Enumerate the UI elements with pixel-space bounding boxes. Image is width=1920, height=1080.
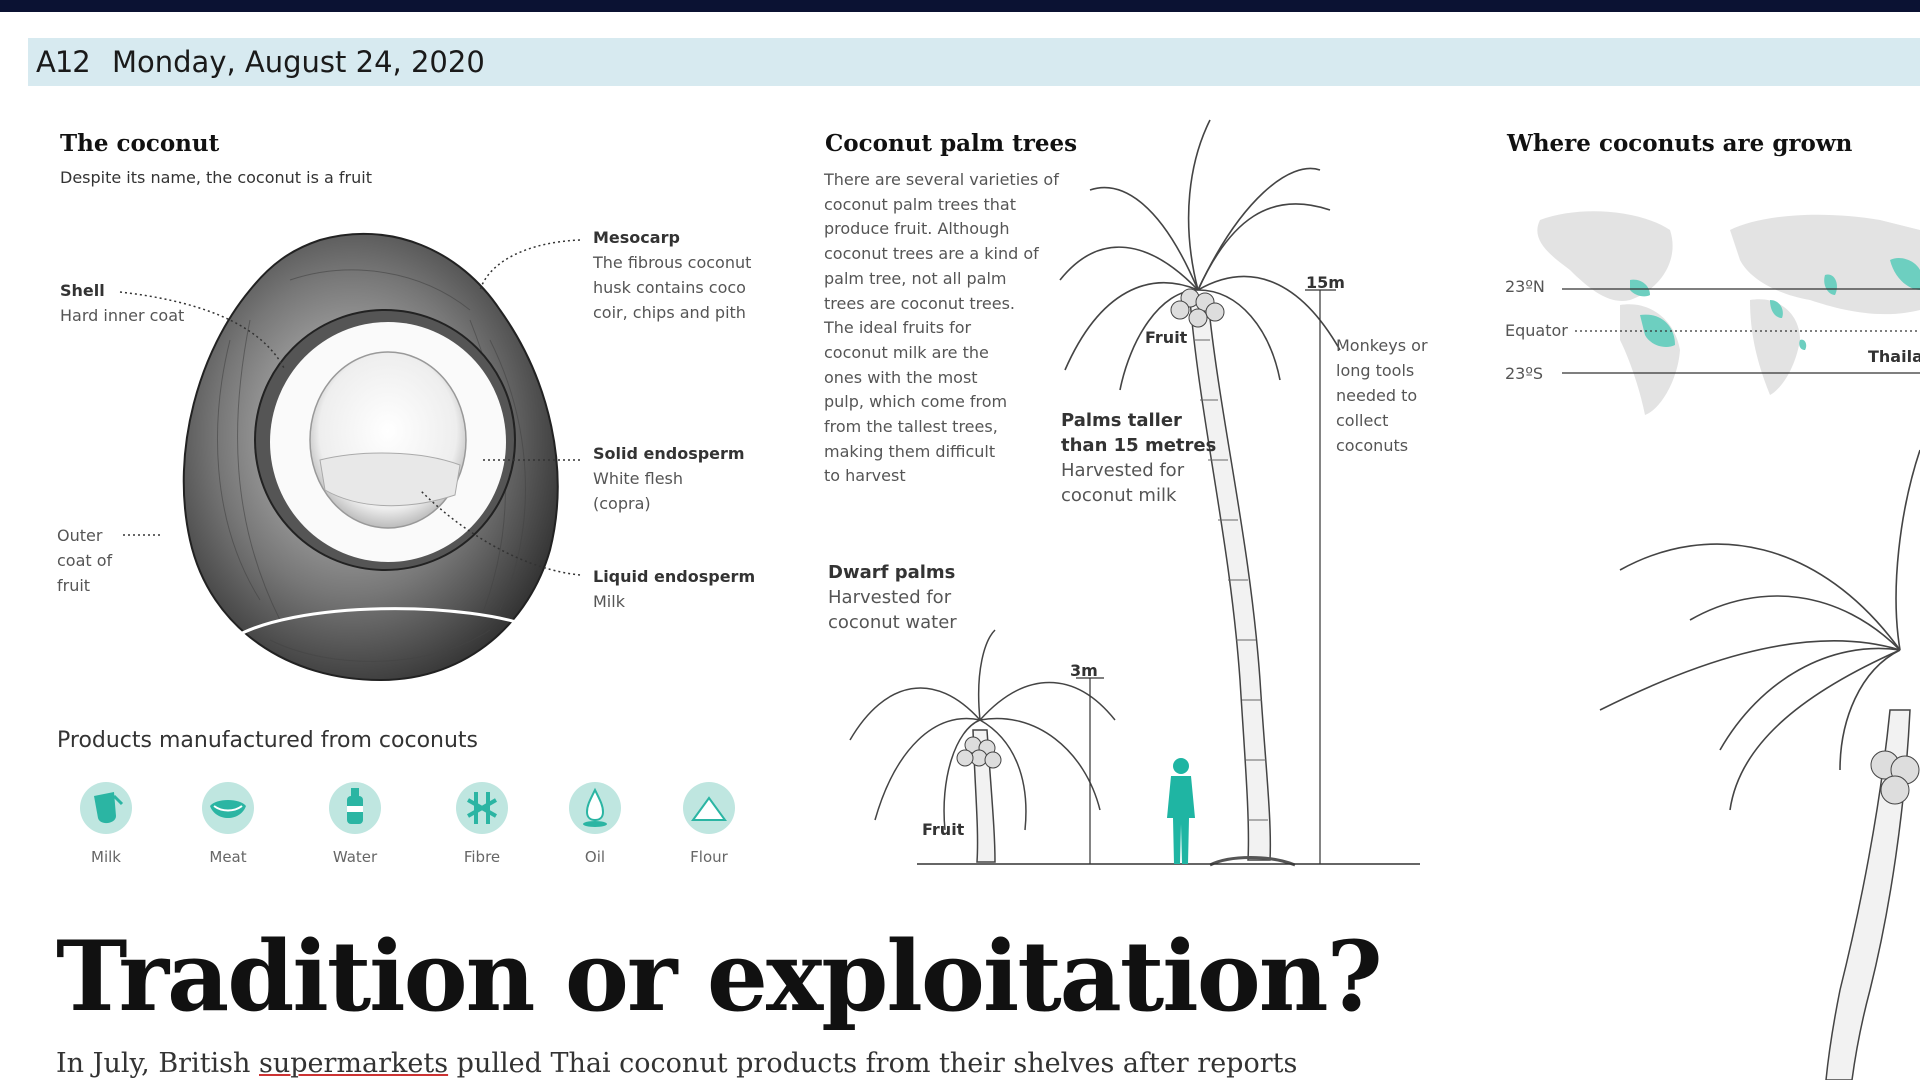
fruit-label-tall: Fruit bbox=[1145, 328, 1188, 347]
article-headline: Tradition or exploitation? bbox=[56, 920, 1383, 1033]
mesocarp-label: Mesocarp The fibrous coconut husk contai… bbox=[593, 228, 752, 322]
product-flour: Flour bbox=[664, 782, 754, 866]
dwarf-palms-label: Dwarf palms Harvested for coconut water bbox=[828, 562, 957, 633]
top-bar bbox=[0, 0, 1920, 12]
product-meat: Meat bbox=[183, 782, 273, 866]
human-scale-figure bbox=[1167, 758, 1195, 864]
tropic-north-label: 23ºN bbox=[1505, 277, 1545, 296]
large-palm-illustration bbox=[1599, 449, 1920, 1080]
article-standfirst: In July, British supermarkets pulled Tha… bbox=[56, 1048, 1298, 1079]
thailand-map-label: Thailan bbox=[1868, 347, 1920, 366]
map-section-title: Where coconuts are grown bbox=[1507, 130, 1853, 157]
height-label-3m: 3m bbox=[1070, 661, 1098, 680]
product-fibre: Fibre bbox=[437, 782, 527, 866]
products-heading: Products manufactured from coconuts bbox=[57, 728, 479, 753]
oil-drop-icon bbox=[569, 782, 621, 834]
coconut-subtitle: Despite its name, the coconut is a fruit bbox=[60, 168, 372, 187]
fibre-icon bbox=[456, 782, 508, 834]
product-milk: Milk bbox=[61, 782, 151, 866]
flour-icon bbox=[683, 782, 735, 834]
shell-label: Shell Hard inner coat bbox=[60, 281, 185, 325]
publication-date: Monday, August 24, 2020 bbox=[112, 45, 485, 79]
liquid-endosperm-label: Liquid endosperm Milk bbox=[593, 567, 756, 611]
standfirst-link[interactable]: supermarkets bbox=[259, 1048, 448, 1079]
outer-coat-label: Outer coat of fruit bbox=[57, 526, 113, 595]
monkeys-note: Monkeys or long tools needed to collect … bbox=[1336, 336, 1428, 455]
product-water: Water bbox=[310, 782, 400, 866]
milk-icon bbox=[80, 782, 132, 834]
water-bottle-icon bbox=[329, 782, 381, 834]
page-header: A12 Monday, August 24, 2020 bbox=[28, 38, 1920, 86]
meat-icon bbox=[202, 782, 254, 834]
equator-label: Equator bbox=[1505, 321, 1568, 340]
page-number: A12 bbox=[36, 45, 91, 79]
tropic-south-label: 23ºS bbox=[1505, 364, 1544, 383]
fruit-label-dwarf: Fruit bbox=[922, 820, 965, 839]
solid-endosperm-label: Solid endosperm White flesh (copra) bbox=[593, 444, 745, 513]
height-label-15m: 15m bbox=[1306, 273, 1345, 292]
product-oil: Oil bbox=[550, 782, 640, 866]
tall-palms-label: Palms taller than 15 metres Harvested fo… bbox=[1061, 410, 1217, 506]
world-map bbox=[1537, 211, 1920, 415]
coconut-section-title: The coconut bbox=[60, 130, 220, 157]
